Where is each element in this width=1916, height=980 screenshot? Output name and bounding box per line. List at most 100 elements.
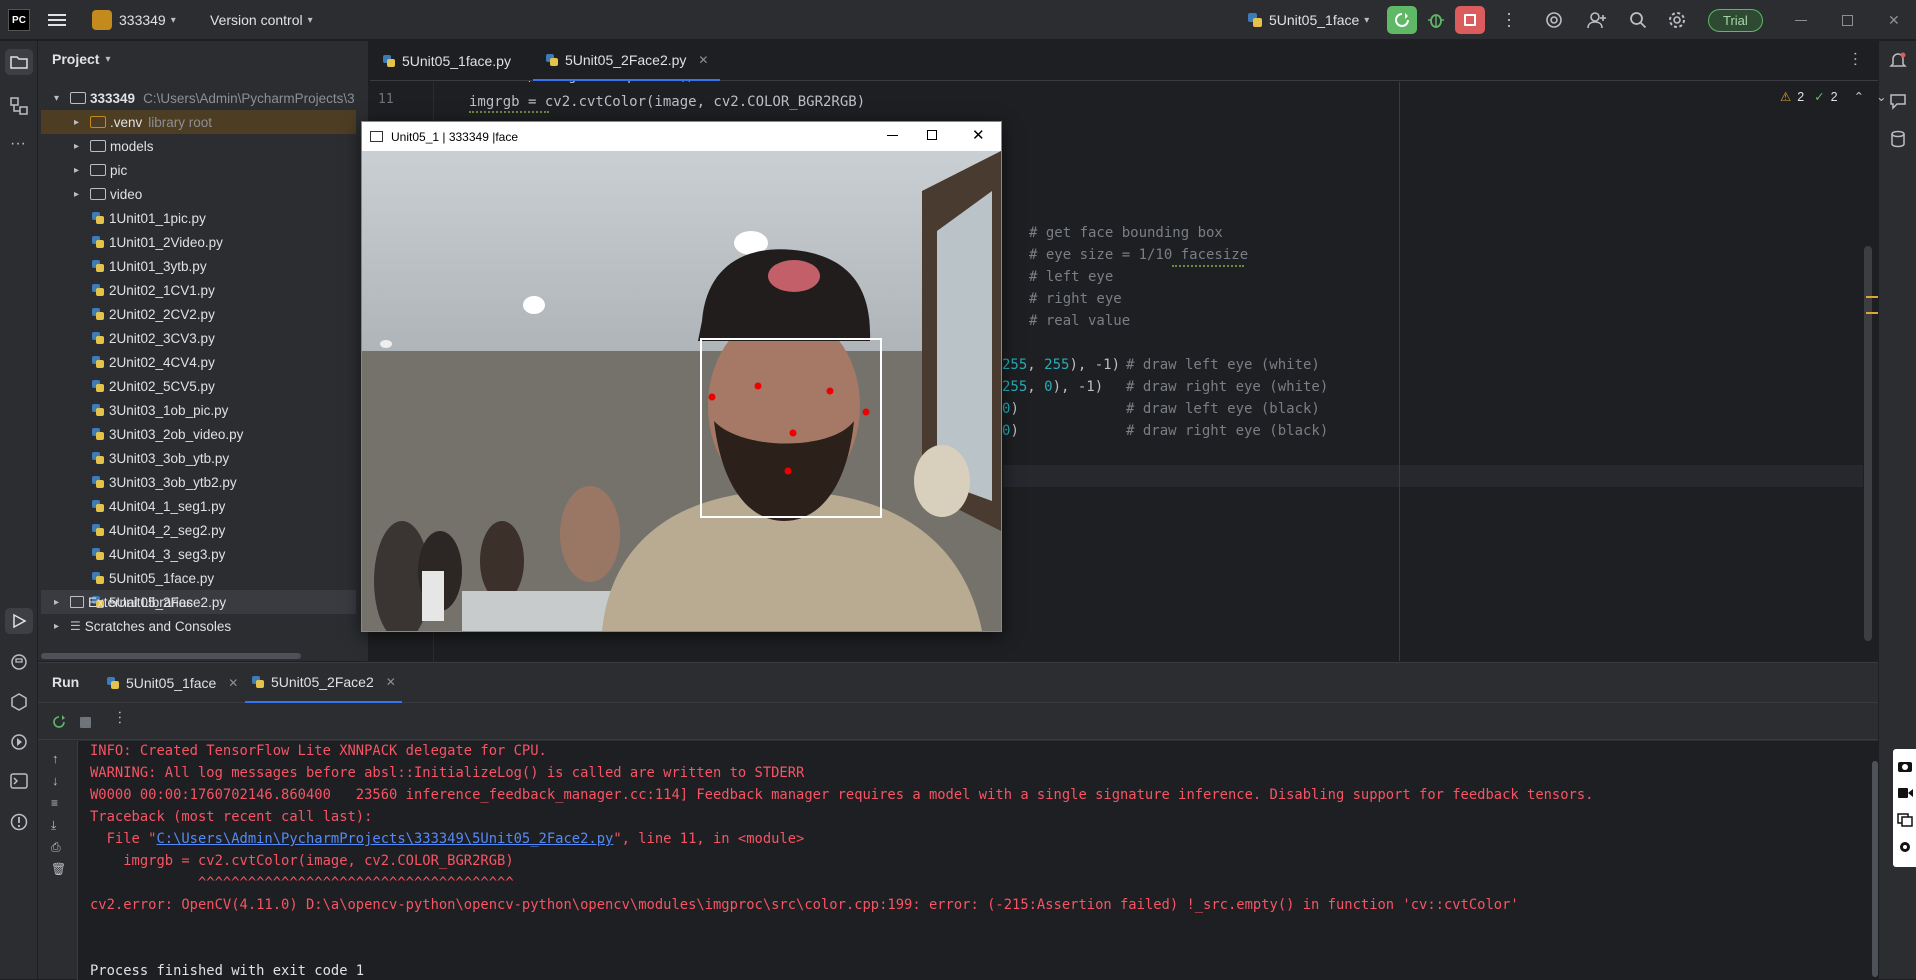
database-icon[interactable] [1889, 130, 1907, 151]
close-tab-icon[interactable]: ✕ [228, 676, 238, 690]
video-camera-icon[interactable] [1897, 787, 1913, 802]
tree-item-label: 2Unit02_1CV1.py [109, 282, 215, 298]
more-tools-icon[interactable]: ··· [10, 135, 26, 153]
folder-icon [70, 92, 86, 104]
editor-vertical-scrollbar[interactable] [1864, 246, 1872, 641]
problems-icon[interactable] [10, 813, 28, 834]
python-console-icon[interactable] [10, 653, 28, 674]
capture-settings-gear-icon[interactable] [1897, 839, 1913, 858]
tab-5unit05-1face[interactable]: 5Unit05_1face.py [382, 41, 511, 81]
tree-folder-item[interactable]: ▸ video [41, 182, 356, 206]
maximize-window-icon[interactable] [1842, 0, 1853, 40]
tree-file-item[interactable]: 2Unit02_2CV2.py [41, 302, 356, 326]
debug-button[interactable] [1427, 0, 1445, 40]
tree-file-item[interactable]: 3Unit03_2ob_video.py [41, 422, 356, 446]
tree-file-item[interactable]: 1Unit01_1pic.py [41, 206, 356, 230]
warning-marker[interactable] [1866, 296, 1878, 298]
ai-chat-icon[interactable] [1889, 92, 1907, 113]
tree-item-venv[interactable]: ▸ .venv library root [41, 110, 356, 134]
project-tool-folder-icon[interactable] [5, 49, 33, 75]
close-window-icon[interactable]: ✕ [1888, 0, 1900, 40]
search-icon[interactable] [1629, 0, 1647, 40]
console-output[interactable]: INFO: Created TensorFlow Lite XNNPACK de… [78, 741, 1878, 980]
trash-icon[interactable]: 🗑 [51, 862, 66, 876]
more-icon[interactable]: ··· [112, 710, 129, 725]
run-tool-icon[interactable] [5, 608, 33, 634]
run-tab-5unit05-2face2[interactable]: 5Unit05_2Face2 ✕ [245, 663, 402, 703]
tree-file-item[interactable]: 5Unit05_1face.py [41, 566, 356, 590]
rerun-button[interactable] [1387, 0, 1417, 40]
camera-icon[interactable] [1897, 759, 1913, 776]
close-tab-icon[interactable]: ✕ [386, 675, 396, 689]
tree-file-item[interactable]: 1Unit01_2Video.py [41, 230, 356, 254]
traceback-file-link[interactable]: C:\Users\Admin\PycharmProjects\333349\5U… [156, 831, 613, 847]
tree-file-item[interactable]: 3Unit03_3ob_ytb.py [41, 446, 356, 470]
python-icon [546, 54, 558, 66]
trial-button[interactable]: Trial [1708, 0, 1763, 40]
tree-file-item[interactable]: 3Unit03_3ob_ytb2.py [41, 470, 356, 494]
python-file-icon [92, 404, 104, 416]
arrow-down-icon[interactable]: ↓ [52, 773, 59, 788]
tree-folder-item[interactable]: ▸ pic [41, 158, 356, 182]
tree-item-external-libraries[interactable]: ▸ External Libraries [54, 590, 369, 614]
ai-assistant-icon[interactable] [1545, 0, 1563, 40]
app-logo[interactable]: PC [8, 0, 30, 40]
editor-more-icon[interactable]: ··· [1846, 51, 1864, 67]
notifications-bell-icon[interactable] [1889, 51, 1907, 72]
tree-file-item[interactable]: 1Unit01_3ytb.py [41, 254, 356, 278]
tree-folder-item[interactable]: ▸ models [41, 134, 356, 158]
inspection-widget[interactable]: ⚠ 2 ✓ 2 ⌃ ⌄ [1780, 89, 1887, 105]
maximize-window-icon[interactable] [927, 130, 937, 140]
settings-gear-icon[interactable] [1668, 0, 1686, 40]
services-icon[interactable] [10, 733, 28, 754]
left-tool-strip: ··· [0, 41, 38, 979]
close-tab-icon[interactable]: ✕ [698, 53, 708, 67]
structure-icon[interactable] [10, 97, 28, 118]
stop-icon[interactable] [80, 717, 91, 728]
minimize-window-icon[interactable] [887, 135, 898, 136]
more-actions-icon[interactable]: ··· [1499, 0, 1520, 40]
console-scrollbar[interactable] [1872, 761, 1878, 977]
python-icon [252, 676, 264, 688]
main-menu-icon[interactable] [48, 0, 66, 40]
scroll-to-end-icon[interactable]: ⤓ [51, 818, 56, 833]
soft-wrap-icon[interactable]: ≡ [51, 796, 58, 810]
minimize-window-icon[interactable] [1795, 0, 1807, 40]
tree-item-label: 1Unit01_1pic.py [109, 210, 206, 226]
project-horizontal-scrollbar[interactable] [41, 653, 301, 659]
tree-file-item[interactable]: 4Unit04_3_seg3.py [41, 542, 356, 566]
chevron-down-icon[interactable]: ⌄ [1876, 89, 1886, 104]
tree-item-scratches[interactable]: ▸ ☰ Scratches and Consoles [54, 614, 369, 638]
close-window-icon[interactable]: ✕ [972, 126, 985, 144]
tree-file-item[interactable]: 3Unit03_1ob_pic.py [41, 398, 356, 422]
tree-file-item[interactable]: 4Unit04_1_seg1.py [41, 494, 356, 518]
run-config-selector[interactable]: 5Unit05_1face ▾ [1247, 0, 1369, 40]
tree-file-item[interactable]: 2Unit02_4CV4.py [41, 350, 356, 374]
chevron-up-icon[interactable]: ⌃ [1854, 89, 1864, 104]
chevron-right-icon[interactable]: ▸ [74, 141, 86, 152]
stop-button[interactable] [1455, 0, 1485, 40]
python-packages-icon[interactable] [10, 693, 28, 714]
copy-icon[interactable] [1897, 813, 1913, 830]
tree-file-item[interactable]: 2Unit02_5CV5.py [41, 374, 356, 398]
run-tab-5unit05-1face[interactable]: 5Unit05_1face ✕ [106, 663, 238, 703]
opencv-window-titlebar[interactable]: Unit05_1 | 333349 |face ✕ [362, 122, 1001, 151]
terminal-icon[interactable] [10, 773, 28, 792]
tab-5unit05-2face2[interactable]: 5Unit05_2Face2.py ✕ [533, 41, 721, 81]
tree-file-item[interactable]: 4Unit04_2_seg2.py [41, 518, 356, 542]
tree-file-item[interactable]: 2Unit02_3CV3.py [41, 326, 356, 350]
add-user-icon[interactable] [1587, 0, 1607, 40]
code-comment: # draw left eye (black) [1126, 401, 1320, 417]
python-file-icon [92, 476, 104, 488]
version-control-menu[interactable]: Version control ▾ [210, 0, 313, 40]
tree-root-333349[interactable]: ▾ 333349 C:\Users\Admin\PycharmProjects\… [54, 86, 369, 110]
project-switcher[interactable]: 333349 ▾ [92, 0, 176, 40]
print-icon[interactable]: ⎙ [51, 840, 61, 855]
project-panel-header[interactable]: Project ▾ [52, 51, 111, 67]
warning-marker[interactable] [1866, 312, 1878, 314]
tree-file-item[interactable]: 2Unit02_1CV1.py [41, 278, 356, 302]
rerun-icon[interactable] [52, 715, 66, 732]
chevron-right-icon[interactable]: ▸ [74, 189, 86, 200]
arrow-up-icon[interactable]: ↑ [52, 751, 59, 766]
chevron-right-icon[interactable]: ▸ [74, 165, 86, 176]
